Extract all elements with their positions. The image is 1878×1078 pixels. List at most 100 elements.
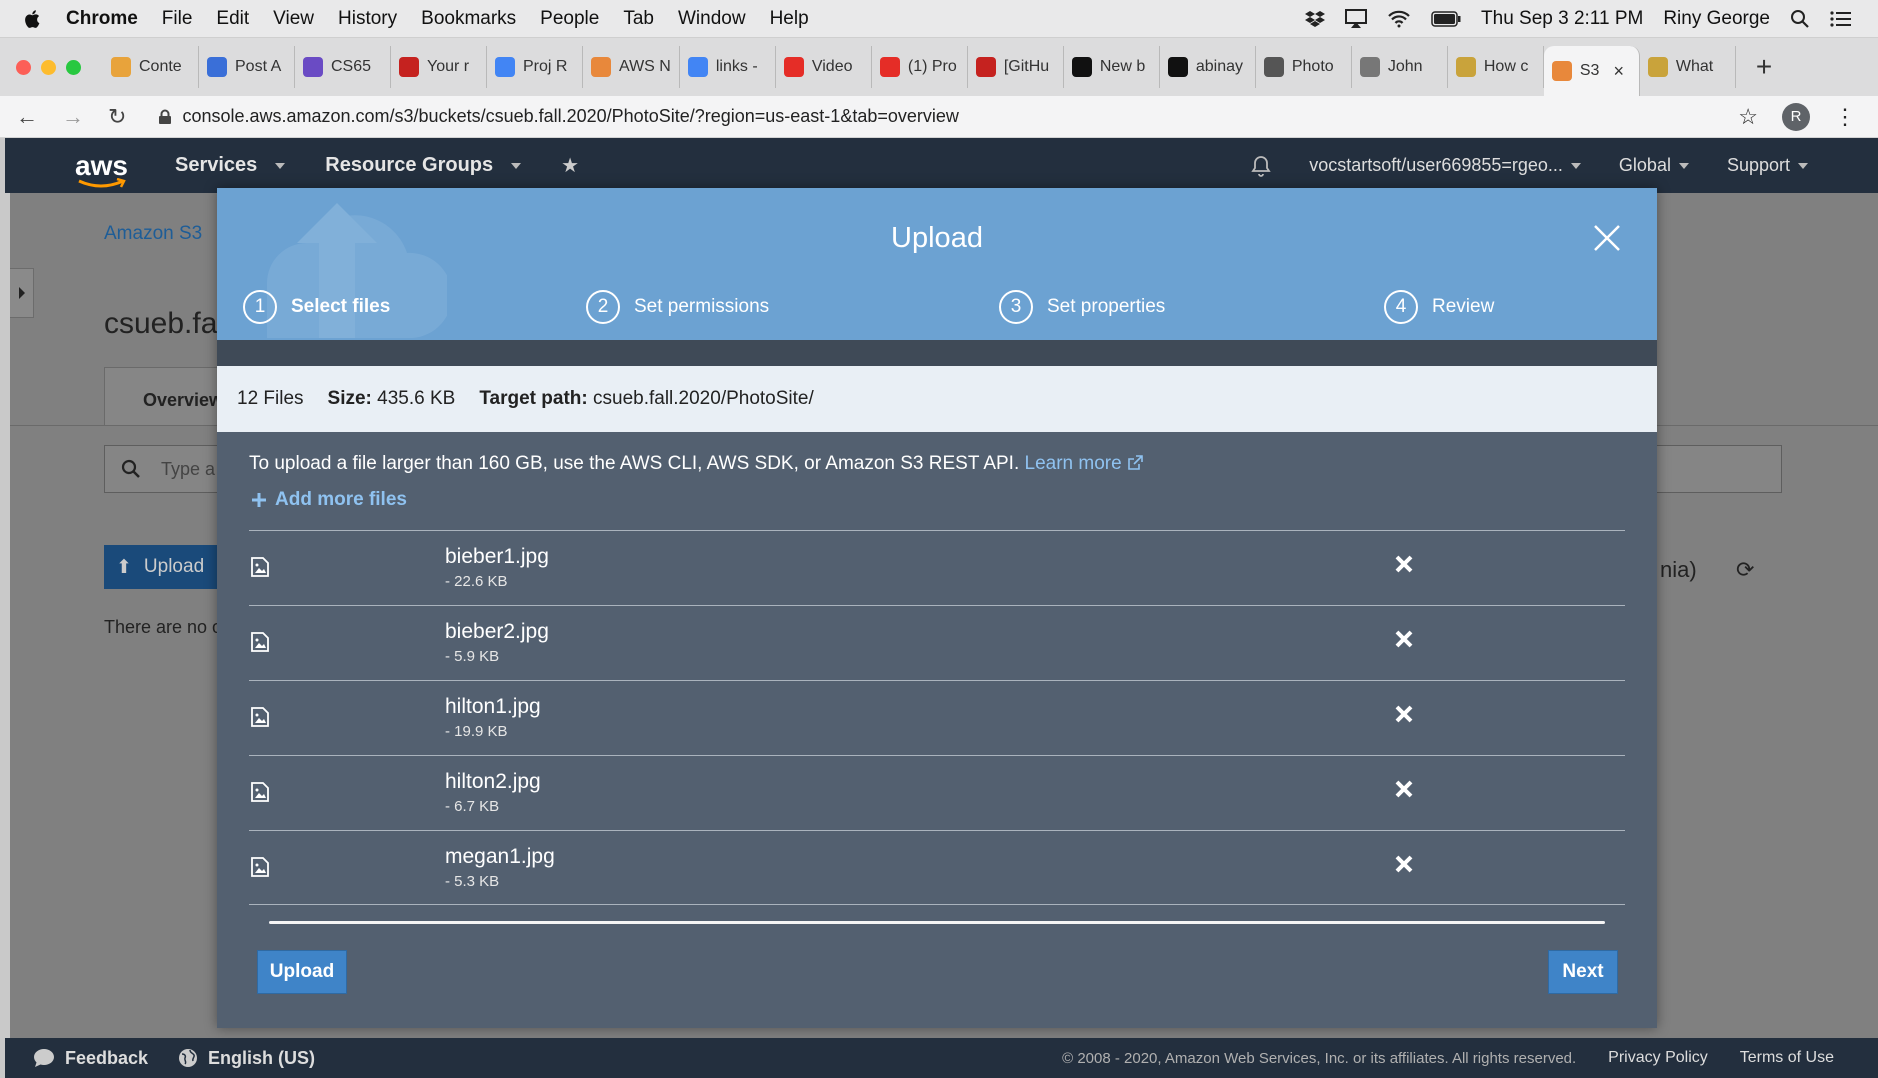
apple-logo-icon[interactable]	[22, 8, 44, 30]
menu-window[interactable]: Window	[678, 8, 746, 30]
notification-bell-icon[interactable]	[1251, 155, 1271, 177]
browser-tab[interactable]: John	[1352, 46, 1448, 88]
browser-tab[interactable]: (1) Pro	[872, 46, 968, 88]
page-upload-button[interactable]: ⬆ Upload	[104, 545, 234, 589]
spotlight-search-icon[interactable]	[1790, 9, 1810, 29]
menu-tab[interactable]: Tab	[623, 8, 654, 30]
browser-tab[interactable]: Your r	[391, 46, 487, 88]
forward-arrow-icon[interactable]: →	[62, 104, 84, 130]
tab-title: Post A	[235, 58, 282, 75]
learn-more-link[interactable]: Learn more	[1025, 453, 1143, 474]
region-menu[interactable]: Global	[1619, 155, 1689, 176]
tab-favicon-icon	[879, 57, 900, 77]
window-zoom-button[interactable]	[66, 59, 81, 75]
terms-of-use-link[interactable]: Terms of Use	[1740, 1049, 1834, 1067]
menu-edit[interactable]: Edit	[216, 8, 249, 30]
browser-tab[interactable]: links -	[680, 46, 776, 88]
add-more-files-button[interactable]: Add more files	[251, 489, 407, 511]
window-close-button[interactable]	[16, 59, 31, 75]
wifi-icon[interactable]	[1387, 10, 1411, 28]
refresh-icon[interactable]: ⟳	[1736, 557, 1754, 583]
reload-icon[interactable]: ↻	[108, 104, 126, 130]
file-size: - 6.7 KB	[445, 798, 500, 815]
menu-history[interactable]: History	[338, 8, 397, 30]
browser-tab[interactable]: Photo	[1256, 46, 1352, 88]
menu-view[interactable]: View	[273, 8, 314, 30]
browser-tab[interactable]: New b	[1064, 46, 1160, 88]
copyright-text: © 2008 - 2020, Amazon Web Services, Inc.…	[1062, 1049, 1577, 1067]
remove-file-icon[interactable]	[1395, 555, 1413, 573]
browser-tab[interactable]: abinay	[1160, 46, 1256, 88]
menu-people[interactable]: People	[540, 8, 599, 30]
step-review[interactable]: 4 Review	[1384, 290, 1494, 324]
tab-title: Video	[811, 58, 853, 75]
new-tab-button[interactable]: +	[1756, 51, 1772, 83]
browser-tab[interactable]: Post A	[199, 46, 295, 88]
browser-tab[interactable]: Proj R	[487, 46, 583, 88]
browser-tab[interactable]: S3 ×	[1543, 46, 1640, 96]
page-upload-label: Upload	[143, 556, 205, 577]
aws-console-header: aws Services Resource Groups ★ vocstarts…	[5, 138, 1878, 193]
window-minimize-button[interactable]	[41, 59, 56, 75]
plus-icon	[252, 493, 266, 507]
tab-favicon-icon	[207, 57, 227, 77]
tab-favicon-icon	[1551, 61, 1572, 81]
url-field[interactable]: console.aws.amazon.com/s3/buckets/csueb.…	[158, 106, 959, 127]
modal-upload-button[interactable]: Upload	[257, 950, 347, 994]
browser-tab[interactable]: CS65	[295, 46, 391, 88]
account-menu[interactable]: vocstartsoft/user669855=rgeo...	[1309, 155, 1581, 176]
browser-tab[interactable]: What	[1640, 46, 1736, 88]
control-list-icon[interactable]	[1830, 10, 1852, 28]
sidebar-toggle[interactable]	[10, 268, 34, 318]
language-selector[interactable]: English (US)	[178, 1048, 315, 1069]
resource-groups-menu[interactable]: Resource Groups	[325, 154, 522, 177]
battery-icon[interactable]	[1431, 10, 1461, 27]
menubar-user[interactable]: Riny George	[1663, 8, 1770, 30]
tab-title: CS65	[331, 58, 372, 75]
profile-avatar[interactable]: R	[1782, 102, 1810, 131]
close-icon[interactable]	[1593, 224, 1621, 252]
services-menu[interactable]: Services	[175, 154, 286, 177]
tab-title: John	[1387, 58, 1423, 75]
privacy-policy-link[interactable]: Privacy Policy	[1608, 1049, 1708, 1067]
remove-file-icon[interactable]	[1395, 780, 1413, 798]
airplay-icon[interactable]	[1345, 8, 1368, 29]
browser-tab[interactable]: Conte	[103, 46, 199, 88]
remove-file-icon[interactable]	[1395, 630, 1413, 648]
browser-tab[interactable]: [GitHu	[968, 46, 1064, 88]
search-icon	[121, 459, 140, 478]
modal-next-button[interactable]: Next	[1548, 950, 1618, 994]
bookmark-star-icon[interactable]: ☆	[1738, 104, 1758, 130]
dropbox-icon[interactable]	[1305, 9, 1326, 29]
support-menu[interactable]: Support	[1727, 155, 1808, 176]
url-text[interactable]: console.aws.amazon.com/s3/buckets/csueb.…	[182, 106, 958, 127]
lock-icon[interactable]	[158, 109, 172, 125]
tab-title: What	[1675, 58, 1714, 75]
browser-tab[interactable]: How c	[1448, 46, 1544, 88]
aws-logo[interactable]: aws	[75, 150, 135, 188]
menu-app-name[interactable]: Chrome	[66, 8, 138, 30]
file-list-scrollbar[interactable]	[269, 921, 1605, 924]
menubar-datetime[interactable]: Thu Sep 3 2:11 PM	[1481, 8, 1643, 30]
tab-close-icon[interactable]: ×	[1613, 61, 1624, 82]
step-set-properties[interactable]: 3 Set properties	[999, 290, 1165, 324]
breadcrumb-amazon-s3[interactable]: Amazon S3	[104, 223, 202, 245]
remove-file-icon[interactable]	[1395, 855, 1413, 873]
tab-title: Your r	[427, 58, 470, 75]
browser-tab[interactable]: AWS N	[583, 46, 680, 88]
bucket-region-text: nia)	[1660, 557, 1697, 582]
menu-file[interactable]: File	[162, 8, 193, 30]
tab-title: links -	[715, 58, 758, 75]
remove-file-icon[interactable]	[1395, 705, 1413, 723]
back-arrow-icon[interactable]: ←	[16, 104, 38, 130]
menu-bookmarks[interactable]: Bookmarks	[421, 8, 516, 30]
pin-icon[interactable]: ★	[561, 153, 579, 178]
tab-title: Conte	[139, 58, 182, 75]
step-select-files[interactable]: 1 Select files	[243, 290, 390, 324]
menu-help[interactable]: Help	[770, 8, 809, 30]
file-name: bieber2.jpg	[445, 620, 549, 643]
browser-tab[interactable]: Video	[776, 46, 872, 88]
step-set-permissions[interactable]: 2 Set permissions	[586, 290, 769, 324]
feedback-link[interactable]: Feedback	[33, 1048, 148, 1069]
chrome-menu-icon[interactable]: ⋮	[1834, 104, 1856, 130]
